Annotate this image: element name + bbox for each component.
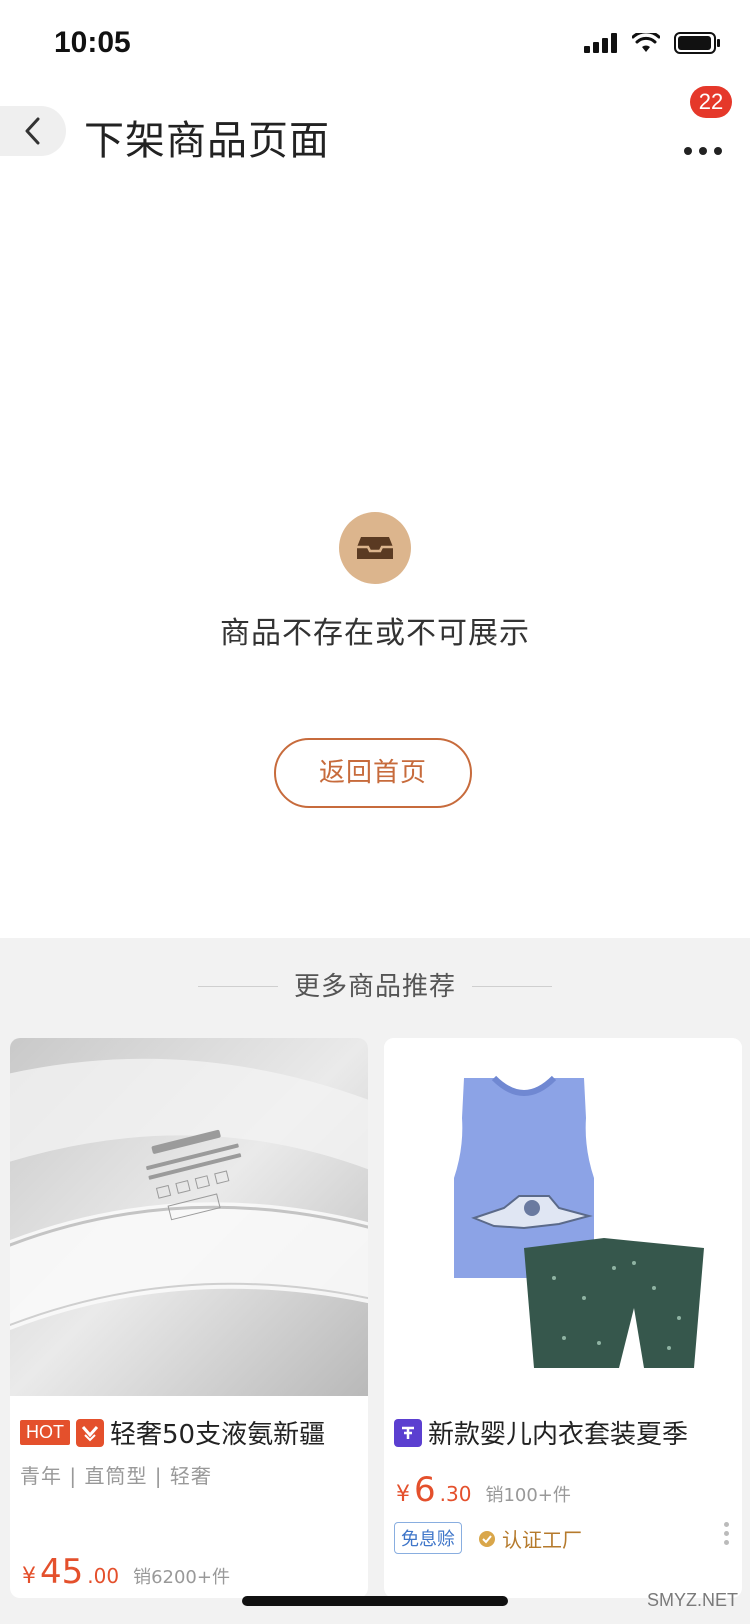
back-to-home-button[interactable]: 返回首页	[274, 738, 472, 808]
page-title: 下架商品页面	[84, 118, 330, 164]
product-card[interactable]: 新款婴儿内衣套装夏季 ¥ 6 .30 销100+件 免息赊 认证工厂	[384, 1038, 742, 1598]
product-attributes: 青年 | 直筒型 | 轻奢	[20, 1464, 212, 1488]
price-row: ¥ 45 .00 销6200+件	[22, 1552, 230, 1592]
product-title-row: HOT 轻奢50支液氨新疆	[20, 1414, 365, 1451]
back-button[interactable]	[0, 106, 66, 156]
price-symbol: ¥	[396, 1482, 410, 1507]
inbox-icon	[339, 512, 411, 584]
product-image-baby-set[interactable]	[384, 1038, 742, 1396]
sales-count: 销100+件	[485, 1485, 571, 1506]
chevron-left-icon	[25, 117, 40, 145]
price-row: ¥ 6 .30 销100+件	[396, 1470, 571, 1510]
price-decimal: .00	[87, 1564, 120, 1588]
card-more-button[interactable]	[724, 1522, 732, 1545]
battery-icon	[674, 32, 720, 54]
recommend-section: 更多商品推荐 HOT 轻奢50支液氨新疆 青年 | 直筒型 | 轻奢 ¥ 45 …	[0, 938, 750, 1624]
nav-bar: 下架商品页面	[0, 96, 750, 168]
status-icons	[584, 32, 722, 54]
certified-factory: 认证工厂	[478, 1524, 582, 1553]
sales-count: 销6200+件	[133, 1567, 230, 1588]
price-decimal: .30	[439, 1482, 472, 1506]
status-bar: 10:05	[0, 0, 750, 90]
interest-free-badge: 免息赊	[394, 1522, 462, 1554]
message-count-badge: 22	[690, 86, 732, 118]
home-indicator	[242, 1596, 508, 1606]
divider-right	[472, 986, 552, 987]
price-integer: 6	[414, 1470, 436, 1510]
verified-icon	[479, 1530, 495, 1547]
watermark: SMYZ.NET	[646, 1590, 738, 1610]
price-integer: 45	[40, 1552, 84, 1592]
hot-tag: HOT	[20, 1420, 70, 1445]
more-dots-icon	[684, 147, 722, 155]
factory-label: 认证工厂	[502, 1528, 582, 1552]
product-title: 新款婴儿内衣套装夏季	[428, 1420, 689, 1450]
brand-badge-icon	[394, 1418, 422, 1447]
signal-icon	[584, 33, 617, 53]
product-card[interactable]: HOT 轻奢50支液氨新疆 青年 | 直筒型 | 轻奢 ¥ 45 .00 销62…	[10, 1038, 368, 1598]
product-title: 轻奢50支液氨新疆	[110, 1420, 326, 1450]
product-title-row: 新款婴儿内衣套装夏季	[394, 1414, 739, 1451]
price-symbol: ¥	[22, 1564, 36, 1589]
empty-message: 商品不存在或不可展示	[220, 616, 530, 651]
more-menu-button[interactable]	[678, 114, 728, 164]
product-image-tshirt[interactable]	[10, 1038, 368, 1396]
status-time: 10:05	[54, 26, 131, 59]
recommend-header: 更多商品推荐	[0, 966, 750, 1006]
wifi-icon	[632, 33, 660, 52]
recommend-title: 更多商品推荐	[293, 972, 456, 1002]
shop-badge-icon	[76, 1418, 104, 1447]
